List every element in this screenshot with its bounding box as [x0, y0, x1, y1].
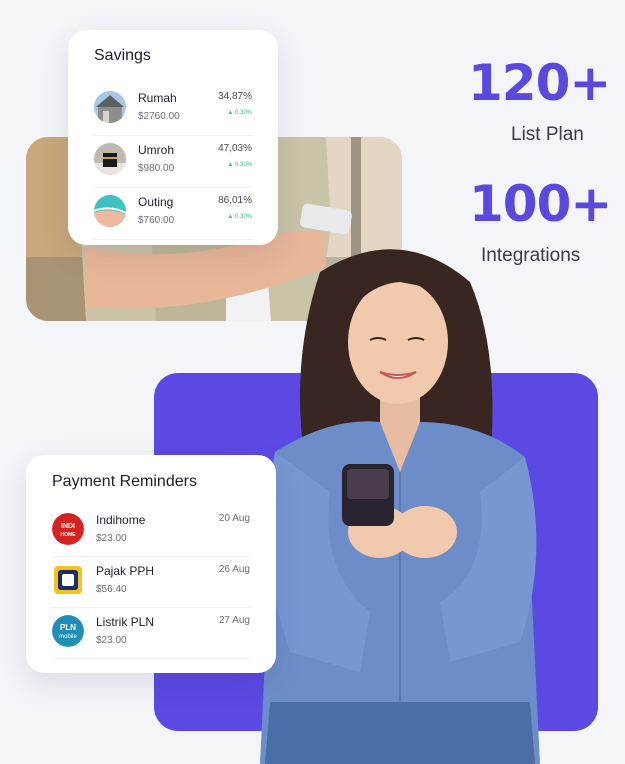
savings-card: Savings Rumah $2760.00 34,87% ▲ 0.30% Um… [68, 30, 278, 245]
reminder-item-amount: $23.00 [96, 533, 127, 544]
reminders-title: Payment Reminders [52, 473, 197, 490]
payment-reminders-card: Payment Reminders INDI HOME Indihome $23… [26, 455, 276, 673]
kaaba-thumbnail [94, 143, 126, 175]
savings-item-percent: 86,01% [218, 195, 252, 206]
savings-item-amount: $760.00 [138, 215, 175, 226]
savings-row-rumah[interactable]: Rumah $2760.00 34,87% ▲ 0.30% [94, 83, 252, 136]
savings-item-name: Outing [138, 195, 174, 209]
savings-item-percent: 47,03% [218, 143, 252, 154]
savings-item-change: ▲ 0.30% [227, 110, 252, 116]
woman-with-phone-illustration [260, 249, 540, 764]
reminder-item-date: 20 Aug [218, 513, 250, 524]
stat-list-plan-value: 120+ [468, 54, 611, 112]
reminder-item-amount: $56.40 [96, 584, 127, 595]
beach-thumbnail [94, 195, 126, 227]
savings-title: Savings [94, 47, 151, 64]
house-thumbnail [94, 91, 126, 123]
reminder-row-pajak-pph[interactable]: Pajak PPH $56.40 26 Aug [52, 556, 250, 608]
savings-item-name: Umroh [138, 143, 175, 157]
reminder-item-amount: $23.00 [96, 635, 127, 646]
reminder-row-listrik-pln[interactable]: PLN mobile Listrik PLN $23.00 27 Aug [52, 607, 250, 659]
reminder-item-name: Indihome [96, 513, 146, 527]
stat-list-plan-label: List Plan [511, 124, 584, 145]
stat-integrations-label: Integrations [481, 245, 581, 266]
savings-item-change: ▲ 0.30% [227, 214, 252, 220]
savings-item-percent: 34,87% [218, 91, 252, 102]
savings-row-outing[interactable]: Outing $760.00 86,01% ▲ 0.30% [94, 187, 252, 240]
savings-item-amount: $2760.00 [138, 111, 180, 122]
tax-logo-icon [52, 564, 84, 596]
svg-text:mobile: mobile [59, 634, 77, 640]
svg-text:PLN: PLN [60, 623, 76, 632]
indihome-logo-icon: INDI HOME [52, 513, 84, 545]
reminder-item-name: Listrik PLN [96, 615, 155, 629]
stat-integrations-value: 100+ [469, 175, 612, 233]
pln-mobile-logo-icon: PLN mobile [52, 615, 84, 647]
reminder-item-name: Pajak PPH [96, 564, 155, 578]
reminder-item-date: 27 Aug [218, 615, 250, 626]
savings-row-umroh[interactable]: Umroh $980.00 47,03% ▲ 0.30% [94, 135, 252, 188]
reminder-row-indihome[interactable]: INDI HOME Indihome $23.00 20 Aug [52, 505, 250, 557]
reminder-item-date: 26 Aug [218, 564, 250, 575]
svg-text:HOME: HOME [61, 532, 77, 538]
svg-text:INDI: INDI [61, 523, 75, 530]
savings-item-name: Rumah [138, 91, 177, 105]
savings-item-amount: $980.00 [138, 163, 175, 174]
savings-item-change: ▲ 0.30% [227, 162, 252, 168]
